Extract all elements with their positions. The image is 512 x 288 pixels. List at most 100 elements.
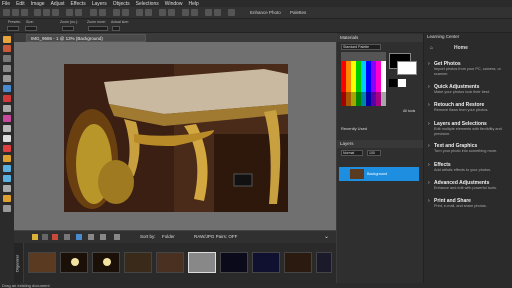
color-swatches[interactable] — [341, 52, 386, 106]
lighten-darken-icon[interactable] — [3, 135, 11, 142]
lc-print-share[interactable]: › Print and Share Print, e-mail, and share… — [428, 198, 511, 209]
home-icon[interactable]: ⌂ — [430, 45, 433, 51]
pick-tool-icon[interactable] — [3, 45, 11, 52]
curves-icon[interactable] — [182, 9, 189, 16]
background-color-swatch[interactable] — [397, 61, 417, 75]
background-material-swatch[interactable] — [398, 79, 406, 87]
pen-tool-icon[interactable] — [3, 195, 11, 202]
text-icon[interactable] — [214, 9, 221, 16]
lc-advanced-adjustments[interactable]: › Advanced Adjustments Enhance and edit wi… — [428, 180, 511, 191]
thumbnail-4[interactable] — [124, 252, 152, 273]
makeover-tool-icon[interactable] — [3, 115, 11, 122]
actual-size-button[interactable] — [112, 26, 120, 31]
print-icon[interactable] — [34, 9, 41, 16]
thumbnail-1[interactable] — [28, 252, 56, 273]
menu-selections[interactable]: Selections — [136, 1, 159, 7]
camera-icon[interactable] — [64, 234, 70, 240]
lc-layers-selections[interactable]: › Layers and Selections Edit multiple elem… — [428, 121, 511, 136]
menu-help[interactable]: Help — [189, 1, 199, 7]
thumbnail-7[interactable] — [220, 252, 248, 273]
thumbnail-8[interactable] — [252, 252, 280, 273]
opacity-field[interactable]: 100 — [367, 150, 381, 156]
menu-adjust[interactable]: Adjust — [51, 1, 65, 7]
info-icon[interactable] — [76, 234, 82, 240]
flip-icon[interactable] — [122, 9, 129, 16]
materials-header: Materials — [337, 34, 423, 42]
lc-effects[interactable]: › Effects Add artistic effects to your pho… — [428, 162, 511, 173]
tag-icon[interactable] — [52, 234, 58, 240]
thumbnail-5[interactable] — [156, 252, 184, 273]
tools-toolbar — [0, 33, 14, 283]
menu-layers[interactable]: Layers — [92, 1, 107, 7]
flood-fill-icon[interactable] — [3, 165, 11, 172]
straighten-tool-icon[interactable] — [3, 85, 11, 92]
folder-icon[interactable] — [32, 234, 38, 240]
menu-image[interactable]: Image — [31, 1, 45, 7]
warp-brush-icon[interactable] — [3, 205, 11, 212]
scratch-remover-icon[interactable] — [3, 125, 11, 132]
sharpen-icon[interactable] — [168, 9, 175, 16]
red-eye-icon[interactable] — [159, 9, 166, 16]
crop-tool-icon[interactable] — [3, 75, 11, 82]
organizer-side-tab[interactable]: Organizer — [14, 243, 24, 284]
new-icon[interactable] — [3, 9, 10, 16]
menu-objects[interactable]: Objects — [113, 1, 130, 7]
pan-tool-icon[interactable] — [3, 36, 11, 43]
foreground-material-swatch[interactable] — [389, 79, 397, 87]
redo-icon[interactable] — [52, 9, 59, 16]
zoom-field[interactable] — [62, 26, 74, 31]
raw-jpg-filter[interactable]: RAW/JPG Pairs: OFF — [194, 234, 237, 239]
paste-icon[interactable] — [75, 9, 82, 16]
menu-window[interactable]: Window — [165, 1, 183, 7]
rotate-icon[interactable] — [113, 9, 120, 16]
thumbnail-3[interactable] — [92, 252, 120, 273]
enhance-photo-button[interactable]: Enhance Photo — [250, 10, 281, 15]
grid-icon[interactable] — [228, 9, 235, 16]
histogram-icon[interactable] — [136, 9, 143, 16]
blend-mode-dropdown[interactable]: Normal — [341, 150, 363, 156]
print-organizer-icon[interactable] — [88, 234, 94, 240]
copy-icon[interactable] — [66, 9, 73, 16]
save-icon[interactable] — [21, 9, 28, 16]
effects-icon[interactable] — [205, 9, 212, 16]
levels-icon[interactable] — [145, 9, 152, 16]
lc-retouch-restore[interactable]: › Retouch and Restore Remove flaws from yo… — [428, 102, 511, 113]
menu-file[interactable]: File — [2, 1, 10, 7]
crop-icon[interactable] — [90, 9, 97, 16]
clone-tool-icon[interactable] — [3, 105, 11, 112]
star-icon[interactable] — [42, 234, 48, 240]
menu-edit[interactable]: Edit — [16, 1, 25, 7]
lc-text-graphics[interactable]: › Text and Graphics Turn your photo into s… — [428, 143, 511, 154]
thumbnail-2[interactable] — [60, 252, 88, 273]
thumbnail-9[interactable] — [284, 252, 312, 273]
eyedropper-tool-icon[interactable] — [3, 65, 11, 72]
paint-brush-icon[interactable] — [3, 145, 11, 152]
chevron-down-icon[interactable]: ⌄ — [324, 233, 329, 240]
palette-dropdown[interactable]: Standard Palette — [341, 44, 381, 50]
size-field[interactable] — [25, 26, 37, 31]
resize-icon[interactable] — [99, 9, 106, 16]
undo-icon[interactable] — [43, 9, 50, 16]
hue-icon[interactable] — [191, 9, 198, 16]
document-tab[interactable]: IMG_9686 - 1 @ 13% (Background) — [26, 34, 146, 42]
presets-dropdown[interactable] — [7, 26, 19, 31]
red-eye-tool-icon[interactable] — [3, 95, 11, 102]
lc-get-photos[interactable]: › Get Photos Import photos from your PC, c… — [428, 61, 511, 76]
open-icon[interactable] — [12, 9, 19, 16]
lc-quick-adjustments[interactable]: › Quick Adjustments Make your photos look … — [428, 84, 511, 95]
palettes-button[interactable]: Palettes — [290, 10, 306, 15]
menu-effects[interactable]: Effects — [71, 1, 86, 7]
email-icon[interactable] — [114, 234, 120, 240]
thumbnail-10[interactable] — [316, 252, 332, 273]
layer-row-background[interactable]: Background — [339, 167, 419, 181]
selection-tool-icon[interactable] — [3, 55, 11, 62]
home-label[interactable]: Home — [454, 45, 468, 51]
share-icon[interactable] — [100, 234, 106, 240]
eraser-icon[interactable] — [3, 155, 11, 162]
zoom-more-buttons[interactable] — [88, 26, 108, 31]
sort-by-dropdown[interactable]: Folder — [162, 234, 175, 239]
text-tool-icon[interactable] — [3, 175, 11, 182]
preset-shape-icon[interactable] — [3, 185, 11, 192]
thumbnail-6[interactable] — [188, 252, 216, 273]
all-tools-checkbox[interactable]: All tools — [403, 109, 415, 113]
